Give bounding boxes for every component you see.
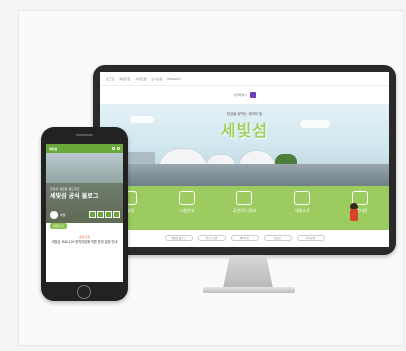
desktop-main-menu: 세빛섬 시설안내 공연/전시정보 새빛소식 이용대관 bbox=[100, 186, 389, 230]
home-button[interactable] bbox=[77, 285, 91, 299]
badge-icon bbox=[50, 211, 58, 219]
logo-icon bbox=[249, 92, 256, 98]
quick-link-icon[interactable] bbox=[89, 211, 96, 218]
notice-text: 세빛섬 코로나19 방역지침에 따른 운영 일정 안내 bbox=[51, 240, 118, 244]
menu-item-shows[interactable]: 공연/전시정보 bbox=[222, 191, 266, 214]
hero-title: 세빛섬 bbox=[220, 121, 269, 140]
phone-frame: 세빛섬 한강의 새로운 랜드마크 세빛섬 공식 블로그 세빛 바로가기 공지사항… bbox=[41, 127, 128, 301]
mascot-character bbox=[350, 203, 358, 221]
mobile-screen: 세빛섬 한강의 새로운 랜드마크 세빛섬 공식 블로그 세빛 바로가기 공지사항… bbox=[46, 144, 123, 282]
quick-link-icon[interactable] bbox=[105, 211, 112, 218]
mobile-sky bbox=[46, 153, 123, 183]
monitor-base bbox=[203, 287, 295, 293]
notice-heading: 공지사항 bbox=[78, 235, 91, 239]
mobile-badge: 세빛 bbox=[50, 211, 66, 219]
search-icon[interactable] bbox=[112, 147, 115, 150]
menu-item-news[interactable]: 새빛소식 bbox=[280, 191, 324, 214]
mobile-hero: 한강의 새로운 랜드마크 세빛섬 공식 블로그 세빛 bbox=[46, 153, 123, 223]
menu-label: 시설안내 bbox=[179, 208, 195, 213]
menu-icon[interactable] bbox=[117, 147, 120, 150]
monitor-stand bbox=[223, 255, 273, 288]
mobile-notice[interactable]: 공지사항 세빛섬 코로나19 방역지침에 따른 운영 일정 안내 bbox=[46, 231, 123, 248]
sns-instagram-link[interactable]: 인스타그램 bbox=[197, 235, 226, 241]
sns-links: 세빛섬 블로그 인스타그램 페이스북 유튜브 카카오톡 bbox=[100, 230, 389, 243]
monitor-frame: 로그인 회원가입 사이트맵 오시는길 ENGLISH 서울특별시 한강을 밝히는… bbox=[93, 65, 396, 255]
mobile-logo[interactable]: 세빛섬 bbox=[49, 147, 57, 151]
menu-item-facilities[interactable]: 시설안내 bbox=[165, 191, 209, 214]
desktop-hero: 한강을 밝히는 세개의 빛 세빛섬 bbox=[100, 104, 389, 186]
sns-blog-link[interactable]: 세빛섬 블로그 bbox=[164, 235, 193, 241]
search-doc-icon bbox=[178, 191, 195, 205]
mobile-cta-button[interactable]: 바로가기 bbox=[50, 223, 68, 229]
river bbox=[100, 164, 389, 186]
menu-label: 공연/전시정보 bbox=[232, 208, 257, 213]
phone-speaker bbox=[76, 134, 93, 136]
quick-link-icon[interactable] bbox=[97, 211, 104, 218]
quick-link-icon[interactable] bbox=[113, 211, 120, 218]
topnav-sitemap[interactable]: 사이트맵 bbox=[135, 77, 146, 81]
desktop-logo[interactable]: 서울특별시 bbox=[100, 86, 389, 104]
logo-text: 서울특별시 bbox=[233, 93, 247, 97]
mobile-hero-title: 세빛섬 공식 블로그 bbox=[50, 193, 99, 200]
menu-label: 새빛소식 bbox=[294, 208, 310, 213]
mobile-quick-links bbox=[89, 211, 120, 218]
topnav-login[interactable]: 로그인 bbox=[106, 77, 114, 81]
topnav-join[interactable]: 회원가입 bbox=[119, 77, 130, 81]
badge-text: 세빛 bbox=[60, 213, 66, 217]
sns-kakao-link[interactable]: 카카오톡 bbox=[296, 235, 325, 241]
desktop-screen: 로그인 회원가입 사이트맵 오시는길 ENGLISH 서울특별시 한강을 밝히는… bbox=[100, 72, 389, 247]
desktop-topnav: 로그인 회원가입 사이트맵 오시는길 ENGLISH bbox=[100, 72, 389, 86]
mail-icon bbox=[294, 191, 311, 205]
menu-item-rental[interactable]: 이용대관 bbox=[338, 191, 382, 214]
topnav-english[interactable]: ENGLISH bbox=[167, 77, 180, 81]
sns-youtube-link[interactable]: 유튜브 bbox=[263, 235, 292, 241]
mobile-header: 세빛섬 bbox=[46, 144, 123, 153]
sns-facebook-link[interactable]: 페이스북 bbox=[230, 235, 259, 241]
topnav-location[interactable]: 오시는길 bbox=[151, 77, 162, 81]
document-icon bbox=[236, 191, 253, 205]
